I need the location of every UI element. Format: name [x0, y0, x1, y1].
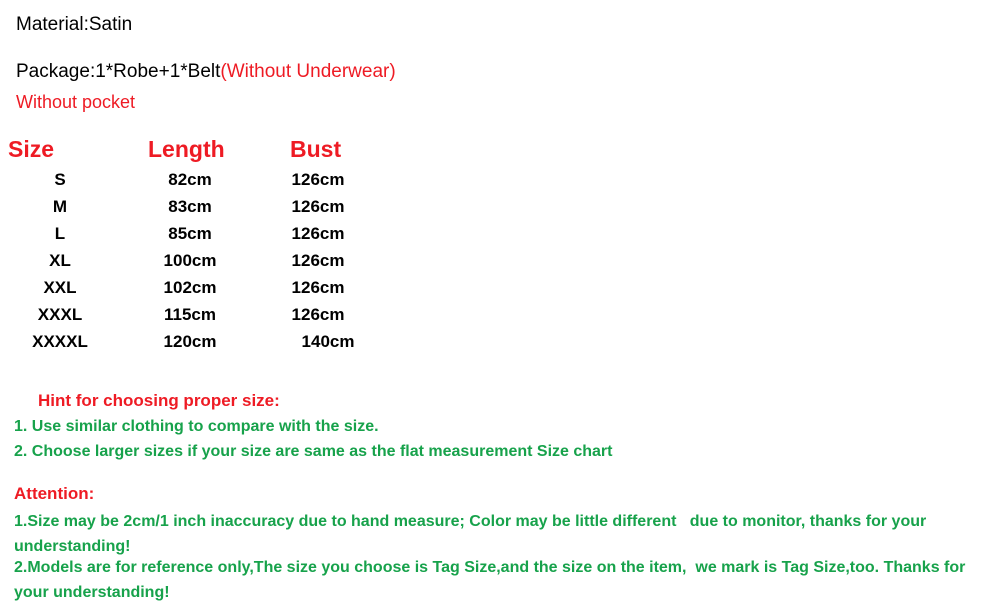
- table-row: XXL 102cm 126cm: [0, 278, 420, 305]
- hint-item: 2. Choose larger sizes if your size are …: [14, 443, 613, 460]
- cell-size: XXL: [43, 278, 77, 297]
- material-line: Material:Satin: [16, 14, 133, 35]
- hint-item: 1. Use similar clothing to compare with …: [14, 418, 379, 435]
- cell-bust: 126cm: [291, 251, 345, 270]
- cell-bust: 126cm: [291, 170, 345, 189]
- size-chart-page: Material:Satin Package:1*Robe+1*Belt(Wit…: [0, 0, 984, 616]
- cell-bust: 140cm: [301, 332, 355, 351]
- package-contents-text: Package:1*Robe+1*Belt: [16, 61, 221, 82]
- cell-size: L: [54, 224, 66, 243]
- cell-length: 120cm: [163, 332, 217, 351]
- table-row: XXXXL 120cm 140cm: [0, 332, 420, 359]
- table-row: L 85cm 126cm: [0, 224, 420, 251]
- cell-size: XXXXL: [32, 332, 88, 351]
- pocket-note: Without pocket: [16, 92, 136, 112]
- cell-size: XL: [49, 251, 71, 270]
- attention-item: 1.Size may be 2cm/1 inch inaccuracy due …: [14, 513, 931, 555]
- column-header-bust: Bust: [290, 136, 342, 162]
- attention-title: Attention:: [14, 484, 95, 503]
- hint-title: Hint for choosing proper size:: [38, 391, 280, 410]
- column-header-size: Size: [8, 136, 55, 162]
- table-row: XL 100cm 126cm: [0, 251, 420, 278]
- cell-bust: 126cm: [291, 305, 345, 324]
- cell-length: 85cm: [168, 224, 212, 243]
- size-chart-table: Size Length Bust S 82cm 126cm M 83cm 126…: [0, 136, 420, 359]
- cell-length: 100cm: [163, 251, 217, 270]
- attention-item: 2.Models are for reference only,The size…: [14, 559, 970, 601]
- package-exclusion-note: (Without Underwear): [220, 61, 396, 82]
- table-header-row: Size Length Bust: [0, 136, 420, 170]
- cell-bust: 126cm: [291, 278, 345, 297]
- cell-length: 83cm: [168, 197, 212, 216]
- column-header-length: Length: [148, 136, 225, 162]
- cell-length: 82cm: [168, 170, 212, 189]
- cell-size: M: [52, 197, 68, 216]
- cell-bust: 126cm: [291, 224, 345, 243]
- cell-length: 115cm: [164, 305, 216, 324]
- cell-bust: 126cm: [291, 197, 345, 216]
- cell-size: S: [54, 170, 66, 189]
- table-row: S 82cm 126cm: [0, 170, 420, 197]
- package-line: Package:1*Robe+1*Belt(Without Underwear): [16, 61, 396, 83]
- table-row: M 83cm 126cm: [0, 197, 420, 224]
- table-row: XXXL 115cm 126cm: [0, 305, 420, 332]
- cell-size: XXXL: [37, 305, 83, 324]
- cell-length: 102cm: [163, 278, 217, 297]
